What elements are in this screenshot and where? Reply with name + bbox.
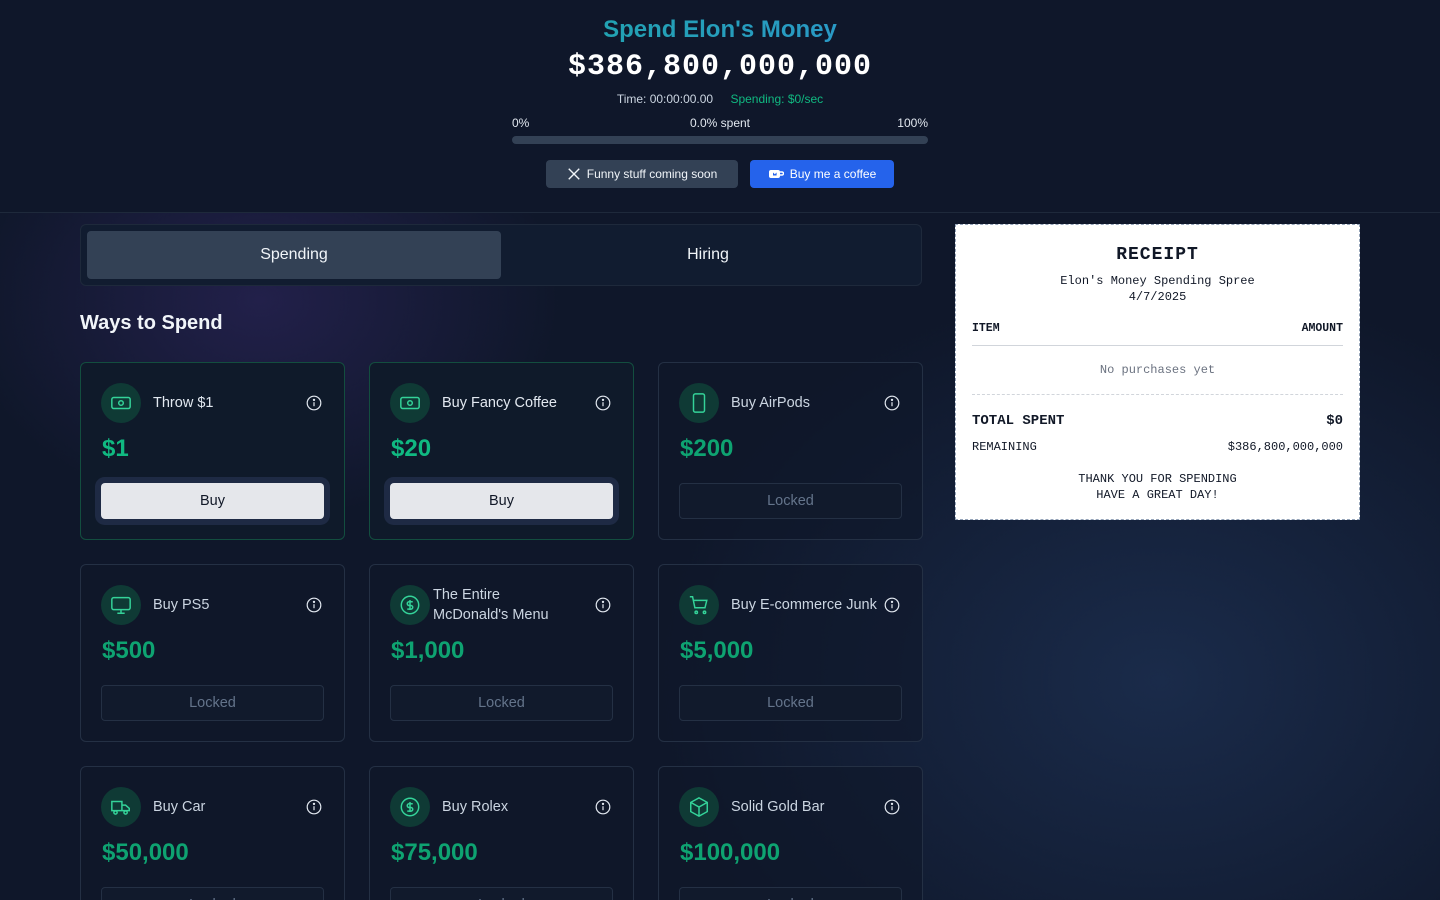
info-icon[interactable]	[306, 799, 322, 815]
dollar-circle-icon	[390, 585, 430, 625]
progress-bar	[512, 136, 928, 144]
info-icon[interactable]	[306, 395, 322, 411]
progress-labels: 0% 0.0% spent 100%	[512, 116, 928, 132]
locked-button: Locked	[679, 483, 902, 519]
progress-max-label: 100%	[897, 116, 928, 130]
item-name: Solid Gold Bar	[731, 799, 825, 815]
truck-icon	[101, 787, 141, 827]
locked-button: Locked	[390, 685, 613, 721]
buy-button[interactable]: Buy	[101, 483, 324, 519]
receipt-empty-text: No purchases yet	[1099, 363, 1216, 377]
coffee-button-label: Buy me a coffee	[789, 167, 877, 181]
spending-rate-text: Spending: $0/sec	[730, 92, 824, 106]
info-icon[interactable]	[595, 799, 611, 815]
item-name: Throw $1	[153, 395, 214, 411]
timer-text: Time: 00:00:00.00	[616, 92, 714, 106]
item-name: Buy AirPods	[731, 395, 810, 411]
item-card: Buy PS5 $500 Locked	[80, 564, 345, 742]
info-icon[interactable]	[884, 395, 900, 411]
info-icon[interactable]	[595, 395, 611, 411]
item-name: Buy E-commerce Junk	[731, 597, 877, 613]
locked-button: Locked	[101, 887, 324, 900]
locked-button: Locked	[390, 887, 613, 900]
receipt-thanks: THANK YOU FOR SPENDING	[1078, 472, 1237, 486]
receipt-remaining-row: REMAINING $386,800,000,000	[972, 440, 1343, 454]
locked-button: Locked	[679, 685, 902, 721]
banknote-icon	[101, 383, 141, 423]
tab-bar: Spending Hiring	[80, 224, 922, 286]
receipt-title: RECEIPT	[1116, 245, 1199, 265]
header: Spend Elon's Money $386,800,000,000 Time…	[0, 0, 1440, 213]
receipt-panel: RECEIPT Elon's Money Spending Spree 4/7/…	[955, 224, 1360, 520]
receipt-col-item: ITEM	[972, 322, 1000, 335]
receipt-remaining-label: REMAINING	[972, 440, 1037, 454]
x-social-button[interactable]: Funny stuff coming soon	[546, 160, 738, 188]
item-name: Buy Rolex	[442, 799, 509, 815]
receipt-total-value: $0	[1326, 413, 1343, 429]
receipt-divider	[972, 345, 1343, 346]
stats-row: Time: 00:00:00.00 Spending: $0/sec	[0, 92, 1440, 106]
locked-button: Locked	[679, 887, 902, 900]
locked-button: Locked	[101, 685, 324, 721]
section-title: Ways to Spend	[80, 312, 223, 334]
item-price: $5,000	[680, 637, 754, 664]
item-card: Throw $1 $1 Buy	[80, 362, 345, 540]
item-name: Buy PS5	[153, 597, 210, 613]
app-title: Spend Elon's Money	[0, 16, 1440, 44]
item-card: Buy Car $50,000 Locked	[80, 766, 345, 900]
dollar-circle-icon	[390, 787, 430, 827]
item-name: Buy Car	[153, 799, 206, 815]
receipt-col-amount: AMOUNT	[1301, 322, 1343, 335]
item-card: Buy AirPods $200 Locked	[658, 362, 923, 540]
tab-spending[interactable]: Spending	[87, 231, 501, 279]
item-price: $20	[391, 435, 432, 462]
tab-hiring[interactable]: Hiring	[501, 231, 915, 279]
banknote-icon	[390, 383, 430, 423]
receipt-total-row: TOTAL SPENT $0	[972, 413, 1343, 429]
info-icon[interactable]	[595, 597, 611, 613]
receipt-header-row: ITEM AMOUNT	[972, 322, 1343, 335]
shopping-cart-icon	[679, 585, 719, 625]
item-price: $75,000	[391, 839, 478, 866]
smartphone-icon	[679, 383, 719, 423]
item-card: Solid Gold Bar $100,000 Locked	[658, 766, 923, 900]
coffee-icon	[768, 168, 784, 180]
item-price: $1	[102, 435, 129, 462]
monitor-icon	[101, 585, 141, 625]
x-button-label: Funny stuff coming soon	[586, 167, 718, 181]
receipt-dashed-divider	[972, 394, 1343, 395]
receipt-subtitle: Elon's Money Spending Spree	[1060, 274, 1255, 288]
item-price: $200	[680, 435, 734, 462]
item-name: Buy Fancy Coffee	[442, 395, 557, 411]
info-icon[interactable]	[884, 597, 900, 613]
item-card: Buy E-commerce Junk $5,000 Locked	[658, 564, 923, 742]
info-icon[interactable]	[884, 799, 900, 815]
progress-spent-label: 0.0% spent	[689, 116, 751, 130]
item-card: The Entire McDonald's Menu $1,000 Locked	[369, 564, 634, 742]
item-price: $50,000	[102, 839, 189, 866]
item-price: $1,000	[391, 637, 465, 664]
receipt-total-label: TOTAL SPENT	[972, 413, 1065, 429]
item-price: $500	[102, 637, 156, 664]
buy-button[interactable]: Buy	[390, 483, 613, 519]
box-icon	[679, 787, 719, 827]
x-logo-icon	[567, 167, 581, 181]
item-price: $100,000	[680, 839, 781, 866]
buy-coffee-button[interactable]: Buy me a coffee	[750, 160, 894, 188]
item-card: Buy Rolex $75,000 Locked	[369, 766, 634, 900]
item-name: The Entire McDonald's Menu	[433, 587, 549, 623]
item-card: Buy Fancy Coffee $20 Buy	[369, 362, 634, 540]
receipt-greeting: HAVE A GREAT DAY!	[1096, 488, 1219, 502]
info-icon[interactable]	[306, 597, 322, 613]
receipt-date: 4/7/2025	[1128, 290, 1187, 304]
receipt-remaining-value: $386,800,000,000	[1227, 440, 1343, 454]
balance-amount: $386,800,000,000	[567, 50, 873, 84]
